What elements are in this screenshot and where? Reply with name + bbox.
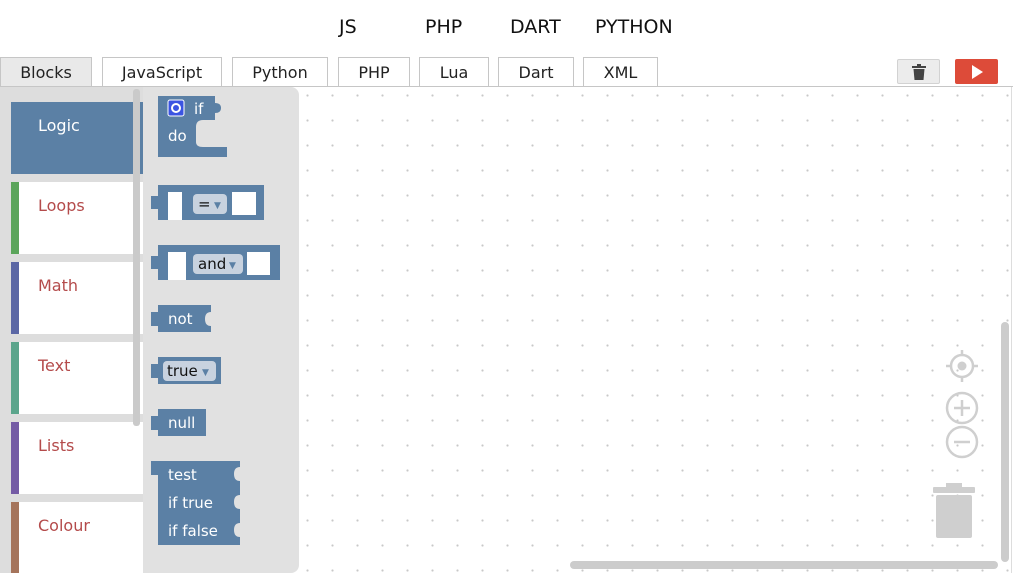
dropdown-arrow-icon: ▼ [229, 261, 236, 271]
trashcan-icon[interactable] [932, 483, 976, 539]
dropdown-arrow-icon: ▼ [214, 201, 221, 211]
if-block[interactable]: if do [158, 96, 227, 157]
workspace-vertical-scrollbar[interactable] [1001, 322, 1009, 562]
boolean-block[interactable]: true ▼ [151, 357, 221, 384]
logic-operation-block[interactable]: and ▼ [151, 245, 280, 280]
not-label: not [168, 310, 193, 328]
test-label: test [168, 466, 197, 484]
boolean-label: true [167, 362, 198, 380]
zoom-in-icon[interactable] [945, 391, 979, 425]
flyout-blocks: if do = ▼ and ▼ not true ▼ null test if … [151, 96, 280, 545]
if-false-label: if false [168, 522, 218, 540]
if-true-label: if true [168, 494, 213, 512]
do-label: do [168, 127, 187, 145]
workspace-horizontal-scrollbar[interactable] [570, 561, 998, 569]
logic-label: and [198, 255, 226, 273]
if-label: if [194, 100, 204, 118]
ternary-block[interactable]: test if true if false [151, 461, 240, 545]
not-block[interactable]: not [151, 305, 211, 332]
gear-icon[interactable] [167, 99, 185, 117]
null-label: null [168, 414, 195, 432]
operator-label: = [198, 195, 211, 213]
crosshair-icon[interactable] [946, 350, 978, 382]
compare-block[interactable]: = ▼ [151, 185, 264, 220]
zoom-out-icon[interactable] [945, 425, 979, 459]
null-block[interactable]: null [151, 409, 206, 436]
dropdown-arrow-icon: ▼ [202, 368, 209, 378]
